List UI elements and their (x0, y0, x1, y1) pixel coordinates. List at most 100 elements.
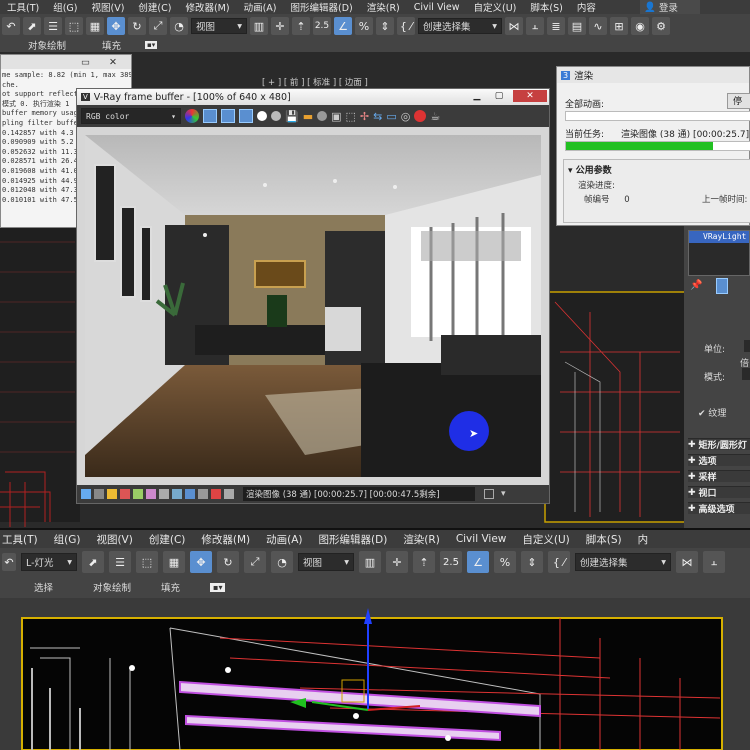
region-select-icon[interactable]: ⬚ (136, 551, 158, 573)
viewport-label[interactable]: [ + ] [ 前 ] [ 标准 ] [ 边面 ] (262, 76, 368, 88)
placement-icon[interactable]: ◔ (170, 17, 188, 35)
unit-field[interactable] (744, 340, 750, 352)
region-icon[interactable]: ⬚ (346, 110, 356, 123)
named-selection-dropdown[interactable]: 创建选择集 ▾ (575, 553, 671, 571)
menu-item[interactable]: 自定义(U) (467, 0, 524, 14)
pin-stack-icon[interactable]: 📌 (690, 280, 702, 291)
mono-icon[interactable] (271, 111, 281, 121)
graphite-icon[interactable]: ▤ (568, 17, 586, 35)
subbar-item[interactable]: 填充 (161, 580, 180, 594)
menu-item[interactable]: 脚本(S) (578, 532, 630, 547)
clamp-icon[interactable] (224, 489, 234, 499)
menu-item[interactable]: 视图(V) (85, 0, 132, 14)
material-editor-icon[interactable]: ◉ (631, 17, 649, 35)
pivot-icon[interactable]: ▥ (250, 17, 268, 35)
exposure-icon[interactable] (107, 489, 117, 499)
angle-snap-icon[interactable]: ∠ (334, 17, 352, 35)
undo-icon[interactable]: ↶ (2, 17, 20, 35)
subbar-item[interactable]: 选择 (34, 580, 53, 594)
menu-item[interactable]: 工具(T) (0, 0, 46, 14)
edit-named-selection-icon[interactable]: { ⁄ (397, 17, 415, 35)
color-picker-icon[interactable] (185, 109, 199, 123)
close-icon[interactable]: ✕ (513, 90, 547, 102)
bottom-viewport[interactable] (0, 598, 750, 750)
select-object-icon[interactable]: ⬈ (23, 17, 41, 35)
show-end-result-icon[interactable] (716, 278, 728, 294)
vray-frame-buffer-window[interactable]: V V-Ray frame buffer - [100% of 640 x 48… (76, 88, 550, 504)
duplicate-icon[interactable]: ▣ (331, 110, 341, 123)
green-channel-icon[interactable] (221, 109, 235, 123)
lens-effects-icon[interactable] (185, 489, 195, 499)
rollout-advanced[interactable]: ✚ 高级选项 (688, 502, 750, 514)
menu-item[interactable]: 内 (630, 532, 657, 547)
pivot-icon[interactable]: ▥ (359, 551, 381, 573)
menu-item[interactable]: 图形编辑器(D) (311, 532, 396, 547)
curves-icon[interactable] (133, 489, 143, 499)
reference-coord-dropdown[interactable]: 视图 ▾ (298, 553, 354, 571)
menu-item[interactable]: 修改器(M) (178, 0, 236, 14)
selection-filter-dropdown[interactable]: L-灯光 ▾ (21, 553, 77, 571)
clear-icon[interactable] (317, 111, 328, 121)
lut-icon[interactable] (94, 489, 104, 499)
snap-toggle-icon[interactable]: 2.5 (440, 551, 462, 573)
subbar-item[interactable]: 填充 (102, 38, 121, 52)
curve-editor-icon[interactable]: ∿ (589, 17, 607, 35)
minimize-icon[interactable]: ▁ (467, 90, 487, 102)
red-channel-icon[interactable] (203, 109, 217, 123)
menu-item[interactable]: 图形编辑器(D) (284, 0, 360, 14)
rollout-viewport[interactable]: ✚ 视口 (688, 486, 750, 498)
select-by-name-icon[interactable]: ☰ (109, 551, 131, 573)
render-canvas[interactable]: ➤ (85, 135, 541, 477)
select-manipulate-icon[interactable]: ✛ (271, 17, 289, 35)
render-setup-icon[interactable]: ⚙ (652, 17, 670, 35)
load-icon[interactable]: ▬ (303, 110, 313, 123)
minimize-icon[interactable]: ▭ (81, 57, 90, 68)
align-icon[interactable]: ⫠ (526, 17, 544, 35)
chevron-down-icon[interactable]: ▾ (501, 489, 506, 499)
menu-item[interactable]: Civil View (407, 2, 467, 13)
close-icon[interactable]: ✕ (109, 57, 117, 68)
blue-channel-icon[interactable] (239, 109, 253, 123)
menu-item[interactable]: 渲染(R) (395, 532, 448, 547)
layer-icon[interactable]: ≣ (547, 17, 565, 35)
angle-snap-icon[interactable]: ∠ (467, 551, 489, 573)
select-manipulate-icon[interactable]: ✛ (386, 551, 408, 573)
region-select-icon[interactable]: ⬚ (65, 17, 83, 35)
bcs-icon[interactable] (146, 489, 156, 499)
log-titlebar[interactable]: ▭ ✕ (1, 55, 131, 69)
lens-icon[interactable]: ◎ (401, 110, 411, 123)
undo-icon[interactable]: ↶ (2, 553, 16, 571)
render-progress-window[interactable]: 3 渲染 全部动画: 停 当前任务: 渲染图像 (38 通) [00:00:25… (556, 66, 750, 226)
select-object-icon[interactable]: ⬈ (82, 551, 104, 573)
move-icon[interactable]: ✥ (190, 551, 212, 573)
channel-dropdown[interactable]: RGB color ▾ (81, 108, 181, 124)
maximize-icon[interactable]: ▢ (489, 90, 509, 102)
named-selection-dropdown[interactable]: 创建选择集 ▾ (418, 18, 502, 34)
keyboard-shortcut-icon[interactable]: ⇡ (413, 551, 435, 573)
link-icon[interactable]: ⇆ (373, 110, 382, 123)
stamp-icon[interactable] (198, 489, 208, 499)
rollout-sampling[interactable]: ✚ 采样 (688, 470, 750, 482)
alpha-icon[interactable] (257, 111, 267, 121)
mirror-icon[interactable]: ⋈ (676, 551, 698, 573)
rollout-options[interactable]: ✚ 选项 (688, 454, 750, 466)
menu-item[interactable]: Civil View (448, 533, 515, 545)
pause-button[interactable]: 停 (727, 93, 750, 109)
render-titlebar[interactable]: 3 渲染 (557, 67, 749, 83)
ocio-icon[interactable] (172, 489, 182, 499)
menu-item[interactable]: 组(G) (46, 0, 84, 14)
schematic-icon[interactable]: ⊞ (610, 17, 628, 35)
spinner-snap-icon[interactable]: ⇕ (376, 17, 394, 35)
login-button[interactable]: 👤 登录 (640, 0, 700, 14)
common-params-rollout[interactable]: ▾ 公用参数 渲染进度: 帧编号 0 上一帧时间: (563, 159, 750, 223)
align-icon[interactable]: ⫠ (703, 551, 725, 573)
render-teapot-icon[interactable]: ☕ (430, 110, 440, 123)
save-icon[interactable]: 💾 (285, 110, 299, 123)
vfb-titlebar[interactable]: V V-Ray frame buffer - [100% of 640 x 48… (77, 89, 549, 105)
menu-item[interactable]: 创建(C) (131, 0, 178, 14)
menu-item[interactable]: 创建(C) (141, 532, 194, 547)
rotate-icon[interactable]: ↻ (128, 17, 146, 35)
window-crossing-icon[interactable]: ▦ (163, 551, 185, 573)
mirror-icon[interactable]: ⋈ (505, 17, 523, 35)
menu-item[interactable]: 工具(T) (0, 532, 46, 547)
